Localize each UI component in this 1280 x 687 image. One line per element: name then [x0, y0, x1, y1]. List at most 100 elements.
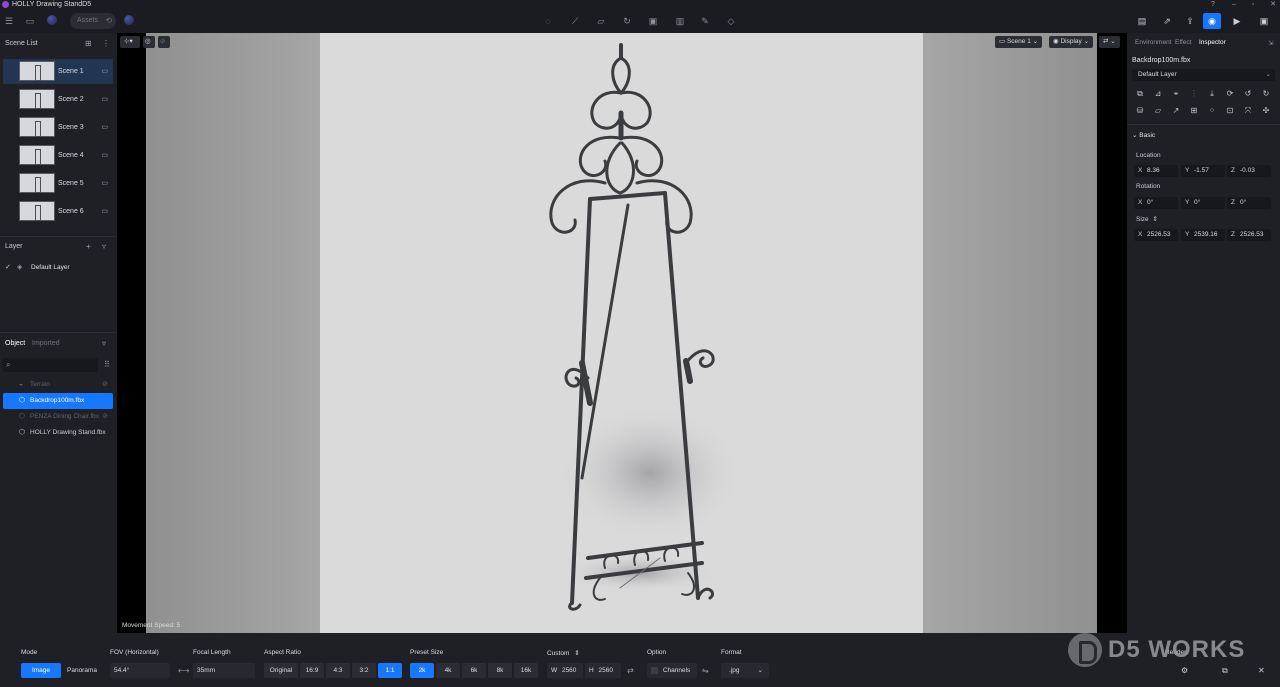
file-icon[interactable]: ▭	[22, 13, 38, 29]
transform-gizmo-button[interactable]: ⊹▾	[120, 36, 140, 48]
size-x-field[interactable]: X 2526.53	[1134, 229, 1178, 241]
assets-button[interactable]: Assets ⟲	[70, 13, 116, 29]
filter-icon[interactable]: ▿	[102, 339, 106, 348]
focal-length-input[interactable]: 35mm	[193, 663, 255, 678]
tab-environment[interactable]: Environment	[1135, 39, 1172, 46]
scene-item[interactable]: Scene 5 ▭	[3, 171, 113, 196]
custom-width-input[interactable]: W 2560	[547, 663, 583, 678]
array-icon[interactable]: ⊞	[1188, 105, 1200, 117]
settings-sliders-icon[interactable]: ⇋	[702, 663, 709, 678]
aspect-original-button[interactable]: Original	[264, 663, 298, 678]
scene-item[interactable]: Scene 3 ▭	[3, 115, 113, 140]
help-icon[interactable]: ?	[1207, 0, 1219, 9]
grid-view-icon[interactable]: ⠿	[104, 360, 110, 369]
focus-icon[interactable]: ⌖	[1170, 88, 1182, 100]
lock-view-icon[interactable]: ⊘	[158, 36, 170, 48]
upload-icon[interactable]: ⇪	[1181, 13, 1199, 29]
swap-dimensions-icon[interactable]: ⇄	[627, 663, 634, 678]
preset-8k-button[interactable]: 8k	[488, 663, 512, 678]
hidden-eye-icon[interactable]: ⊘	[102, 377, 108, 393]
tab-effect[interactable]: Effect	[1175, 39, 1192, 46]
size-z-field[interactable]: Z 2526.53	[1227, 229, 1271, 241]
redo-icon[interactable]: ↻	[1260, 88, 1272, 100]
sort-icon[interactable]: ⇕	[574, 650, 579, 657]
fov-link-icon[interactable]: ⟷	[178, 663, 189, 678]
preset-4k-button[interactable]: 4k	[436, 663, 460, 678]
channels-toggle[interactable]: Channels	[647, 663, 697, 678]
filter-icon[interactable]: ▿	[102, 242, 106, 251]
object-row-terrain[interactable]: ◒ Terrain ⊘	[3, 377, 113, 393]
preset-2k-button[interactable]: 2k	[410, 663, 434, 678]
preset-6k-button[interactable]: 6k	[462, 663, 486, 678]
aspect-3-2-button[interactable]: 3:2	[352, 663, 376, 678]
mode-panorama-button[interactable]: Panorama	[63, 663, 101, 678]
layers-tool-icon[interactable]: ◇	[723, 13, 739, 29]
size-y-field[interactable]: Y 2539.16	[1181, 229, 1225, 241]
panorama-export-icon[interactable]: ▣	[1255, 13, 1273, 29]
format-select[interactable]: .jpg ⌄	[721, 663, 769, 678]
display-dropdown[interactable]: ◉ Display ⌄	[1049, 36, 1094, 48]
render-canvas[interactable]	[320, 33, 923, 633]
add-scene-icon[interactable]: ⊞	[85, 39, 92, 48]
view-mode-dropdown[interactable]: ⇄ ⌄	[1099, 36, 1120, 48]
scene-item[interactable]: Scene 2 ▭	[3, 87, 113, 112]
layer-item-default[interactable]: ✓ ◈ Default Layer	[5, 263, 113, 275]
object-row-holly-stand[interactable]: ⬡ HOLLY Drawing Stand.fbx	[3, 425, 113, 441]
camera-icon[interactable]: ◉	[1203, 13, 1221, 29]
group-icon[interactable]: ⊡	[1224, 105, 1236, 117]
share-icon[interactable]: ↗	[1170, 105, 1182, 117]
aspect-16-9-button[interactable]: 16:9	[300, 663, 324, 678]
library-icon[interactable]: ▤	[1133, 13, 1151, 29]
custom-height-input[interactable]: H 2560	[585, 663, 621, 678]
grid-tool-icon[interactable]: ▥	[672, 13, 688, 29]
location-x-field[interactable]: X 8.36	[1134, 165, 1178, 177]
brush-tool-icon[interactable]: ✎	[697, 13, 713, 29]
close-panel-icon[interactable]: ✕	[1258, 663, 1265, 678]
link-icon[interactable]: ⇕	[1152, 216, 1157, 223]
tab-imported[interactable]: Imported	[32, 340, 60, 347]
explode-icon[interactable]: ✣	[1260, 105, 1272, 117]
aspect-1-1-button[interactable]: 1:1	[378, 663, 402, 678]
scene-item[interactable]: Scene 6 ▭	[3, 199, 113, 224]
viewport[interactable]: ⊹▾ ◎ ⊘ ▭ Scene 1 ⌄ ◉ Display ⌄ ⇄ ⌄ Movem…	[117, 33, 1127, 633]
scale-tool-icon[interactable]: ▣	[645, 13, 661, 29]
material-orb-icon[interactable]	[124, 15, 134, 25]
more-options-icon[interactable]: ⋮	[102, 39, 110, 48]
object-search-input[interactable]: ⌕	[3, 358, 98, 372]
fit-icon[interactable]: ⤧	[1242, 105, 1254, 117]
copy-icon[interactable]: ⧉	[1134, 88, 1146, 100]
minimize-button[interactable]: –	[1228, 0, 1240, 9]
scene-item[interactable]: Scene 4 ▭	[3, 143, 113, 168]
tab-inspector[interactable]: Inspector	[1199, 39, 1226, 46]
hidden-eye-icon[interactable]: ⊘	[102, 409, 108, 425]
d5-orb-icon[interactable]	[47, 15, 57, 25]
object-row-backdrop[interactable]: ⬡ Backdrop100m.fbx	[3, 393, 113, 409]
video-icon[interactable]: ▶	[1228, 13, 1246, 29]
menu-icon[interactable]: ☰	[1, 13, 17, 29]
align-icon[interactable]: ⋮	[1188, 88, 1200, 100]
location-y-field[interactable]: Y -1.57	[1181, 165, 1225, 177]
object-row-penza-chair[interactable]: ⬡ PENZA Dining Chair.fbx ⊘	[3, 409, 113, 425]
drop-to-ground-icon[interactable]: ⤓	[1206, 88, 1218, 100]
aspect-4-3-button[interactable]: 4:3	[326, 663, 350, 678]
rotation-z-field[interactable]: Z 0°	[1227, 197, 1271, 209]
tab-object[interactable]: Object	[5, 340, 25, 347]
light-bulb-icon[interactable]: ◌	[540, 13, 556, 29]
folder-icon[interactable]: ▱	[1152, 105, 1164, 117]
terrain-tool-icon[interactable]: ▱	[593, 13, 609, 29]
undo-icon[interactable]: ↺	[1242, 88, 1254, 100]
export-image-icon[interactable]: ⇗	[1158, 13, 1176, 29]
add-layer-icon[interactable]: +	[86, 242, 91, 251]
rotate-tool-icon[interactable]: ↻	[619, 13, 635, 29]
fov-input[interactable]: 54.4°	[110, 663, 170, 678]
snap-icon[interactable]: ◎	[143, 36, 155, 48]
mode-image-button[interactable]: Image	[21, 663, 61, 678]
scene-dropdown[interactable]: ▭ Scene 1 ⌄	[995, 36, 1043, 48]
replace-icon[interactable]: ⟳	[1224, 88, 1236, 100]
mirror-icon[interactable]: ⊿	[1152, 88, 1164, 100]
rotation-x-field[interactable]: X 0°	[1134, 197, 1178, 209]
preset-16k-button[interactable]: 16k	[514, 663, 538, 678]
close-window-button[interactable]: ✕	[1267, 0, 1279, 9]
scatter-icon[interactable]: ⁘	[1206, 105, 1218, 117]
maximize-button[interactable]: ▫	[1247, 0, 1259, 9]
